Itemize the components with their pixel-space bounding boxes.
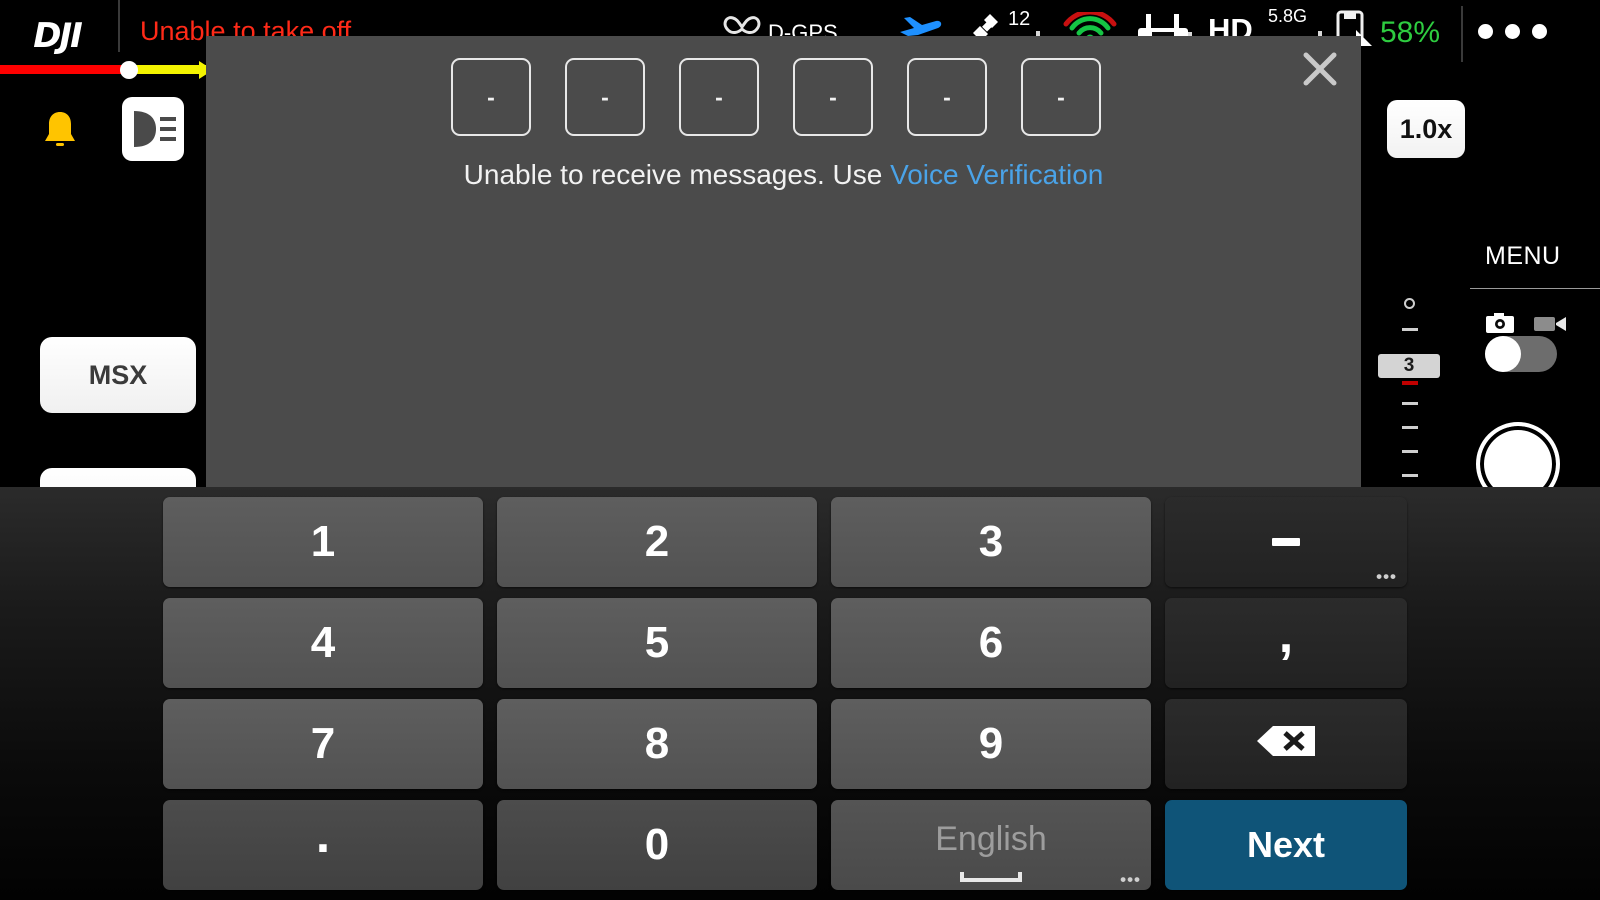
key-comma[interactable]: , [1165,598,1407,688]
exposure-value: 3 [1378,354,1440,378]
exposure-red-marker [1402,381,1418,385]
attitude-red-track [0,65,130,74]
keyboard-grid: 1 2 3 ••• 4 5 6, 7 8 9. 0 English ••• Next [163,495,1407,892]
otp-digit-3[interactable]: - [793,58,873,136]
key-1[interactable]: 1 [163,497,483,587]
frequency-label: 5.8G [1268,6,1308,26]
key-hyphen[interactable]: ••• [1165,497,1407,587]
satellite-count: 12 [1008,8,1031,30]
zoom-level-button[interactable]: 1.0x [1387,100,1465,158]
battery-percent: 58% [1380,16,1441,49]
hyphen-glyph [1272,538,1300,546]
key-label: 1 [310,517,336,566]
notification-bell-icon[interactable] [42,108,78,152]
menu-divider [1470,288,1600,289]
key-label: Next [1246,824,1326,865]
otp-digit-4[interactable]: - [907,58,987,136]
exposure-tick [1402,328,1418,331]
exposure-tick [1402,402,1418,405]
key-label: 2 [644,517,670,566]
verification-message: Unable to receive messages. Use Voice Ve… [206,159,1361,191]
key-label: 6 [978,618,1004,667]
keyboard-language-label: English [935,819,1047,858]
key-9[interactable]: 9 [831,699,1151,789]
screen: DJI Unable to take off D-GPS 12 HD 5.8G … [0,0,1600,900]
longpress-indicator: ••• [1376,567,1397,586]
headlight-icon[interactable] [122,97,184,161]
photo-video-toggle[interactable] [1485,336,1557,372]
attitude-knob[interactable] [120,61,138,79]
status-divider-left [118,0,120,52]
otp-digit-0[interactable]: - [451,58,531,136]
spacebar-indicator [960,872,1022,882]
toggle-knob [1485,336,1521,372]
key-4[interactable]: 4 [163,598,483,688]
close-icon[interactable] [1297,46,1343,92]
key-label: 4 [310,618,336,667]
dji-logo: DJI [33,16,83,56]
more-dots-icon[interactable] [1478,24,1547,39]
keyboard-row: . 0 English ••• Next [163,800,1407,890]
menu-label[interactable]: MENU [1485,242,1561,271]
otp-input-row: - - - - - - [451,58,1101,136]
exposure-tick [1402,426,1418,429]
key-label: 8 [644,719,670,768]
exposure-scale[interactable]: 3 [1378,290,1440,490]
keyboard-row: 4 5 6, [163,598,1407,688]
verification-dialog: - - - - - - Unable to receive messages. … [206,36,1361,487]
key-label: 7 [310,719,336,768]
key-label: 9 [978,719,1004,768]
key-label: . [315,806,331,864]
key-period[interactable]: . [163,800,483,890]
onscreen-keyboard: 1 2 3 ••• 4 5 6, 7 8 9. 0 English ••• Next [0,487,1600,900]
key-label: 3 [978,517,1004,566]
key-3[interactable]: 3 [831,497,1151,587]
key-0[interactable]: 0 [497,800,817,890]
key-label: 5 [644,618,670,667]
keyboard-row: 1 2 3 ••• [163,497,1407,587]
attitude-slider[interactable] [0,61,215,79]
key-7[interactable]: 7 [163,699,483,789]
otp-digit-5[interactable]: - [1021,58,1101,136]
key-label: 0 [644,820,670,869]
keyboard-row: 7 8 9 [163,699,1407,789]
key-space[interactable]: English ••• [831,800,1151,890]
exposure-tick [1402,474,1418,477]
key-2[interactable]: 2 [497,497,817,587]
key-8[interactable]: 8 [497,699,817,789]
key-6[interactable]: 6 [831,598,1151,688]
key-5[interactable]: 5 [497,598,817,688]
exposure-top-marker [1404,298,1415,309]
exposure-tick [1402,450,1418,453]
msx-button[interactable]: MSX [40,337,196,413]
camera-icon[interactable] [1485,312,1515,339]
key-next[interactable]: Next [1165,800,1407,890]
backspace-icon [1255,719,1317,769]
status-divider-right [1461,6,1463,62]
verification-message-text: Unable to receive messages. Use [463,159,891,190]
voice-verification-link[interactable]: Voice Verification [890,159,1103,190]
otp-digit-1[interactable]: - [565,58,645,136]
key-label: , [1278,606,1294,664]
otp-digit-2[interactable]: - [679,58,759,136]
longpress-indicator: ••• [1120,870,1141,889]
key-backspace[interactable] [1165,699,1407,789]
